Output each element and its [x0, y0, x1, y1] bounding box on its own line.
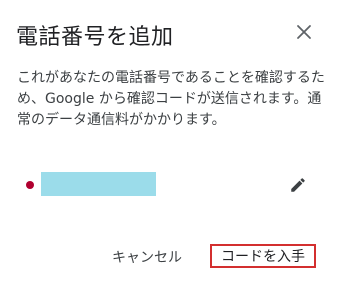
dialog-actions: キャンセル コードを入手: [0, 244, 340, 272]
add-phone-dialog: 電話番号を追加 これがあなたの電話番号であることを確認するため、Google か…: [0, 0, 340, 289]
dialog-description: これがあなたの電話番号であることを確認するため、Google から確認コードが送…: [17, 70, 325, 128]
phone-number-redacted: [41, 172, 156, 196]
close-icon: [297, 25, 311, 39]
country-flag-icon: [26, 181, 34, 189]
pencil-icon: [291, 178, 305, 192]
edit-phone-button[interactable]: [288, 175, 308, 195]
dialog-title: 電話番号を追加: [16, 25, 174, 50]
get-code-button[interactable]: コードを入手: [210, 244, 316, 268]
cancel-button[interactable]: キャンセル: [112, 247, 182, 267]
phone-number-row: [24, 172, 320, 196]
close-button[interactable]: [292, 20, 316, 44]
